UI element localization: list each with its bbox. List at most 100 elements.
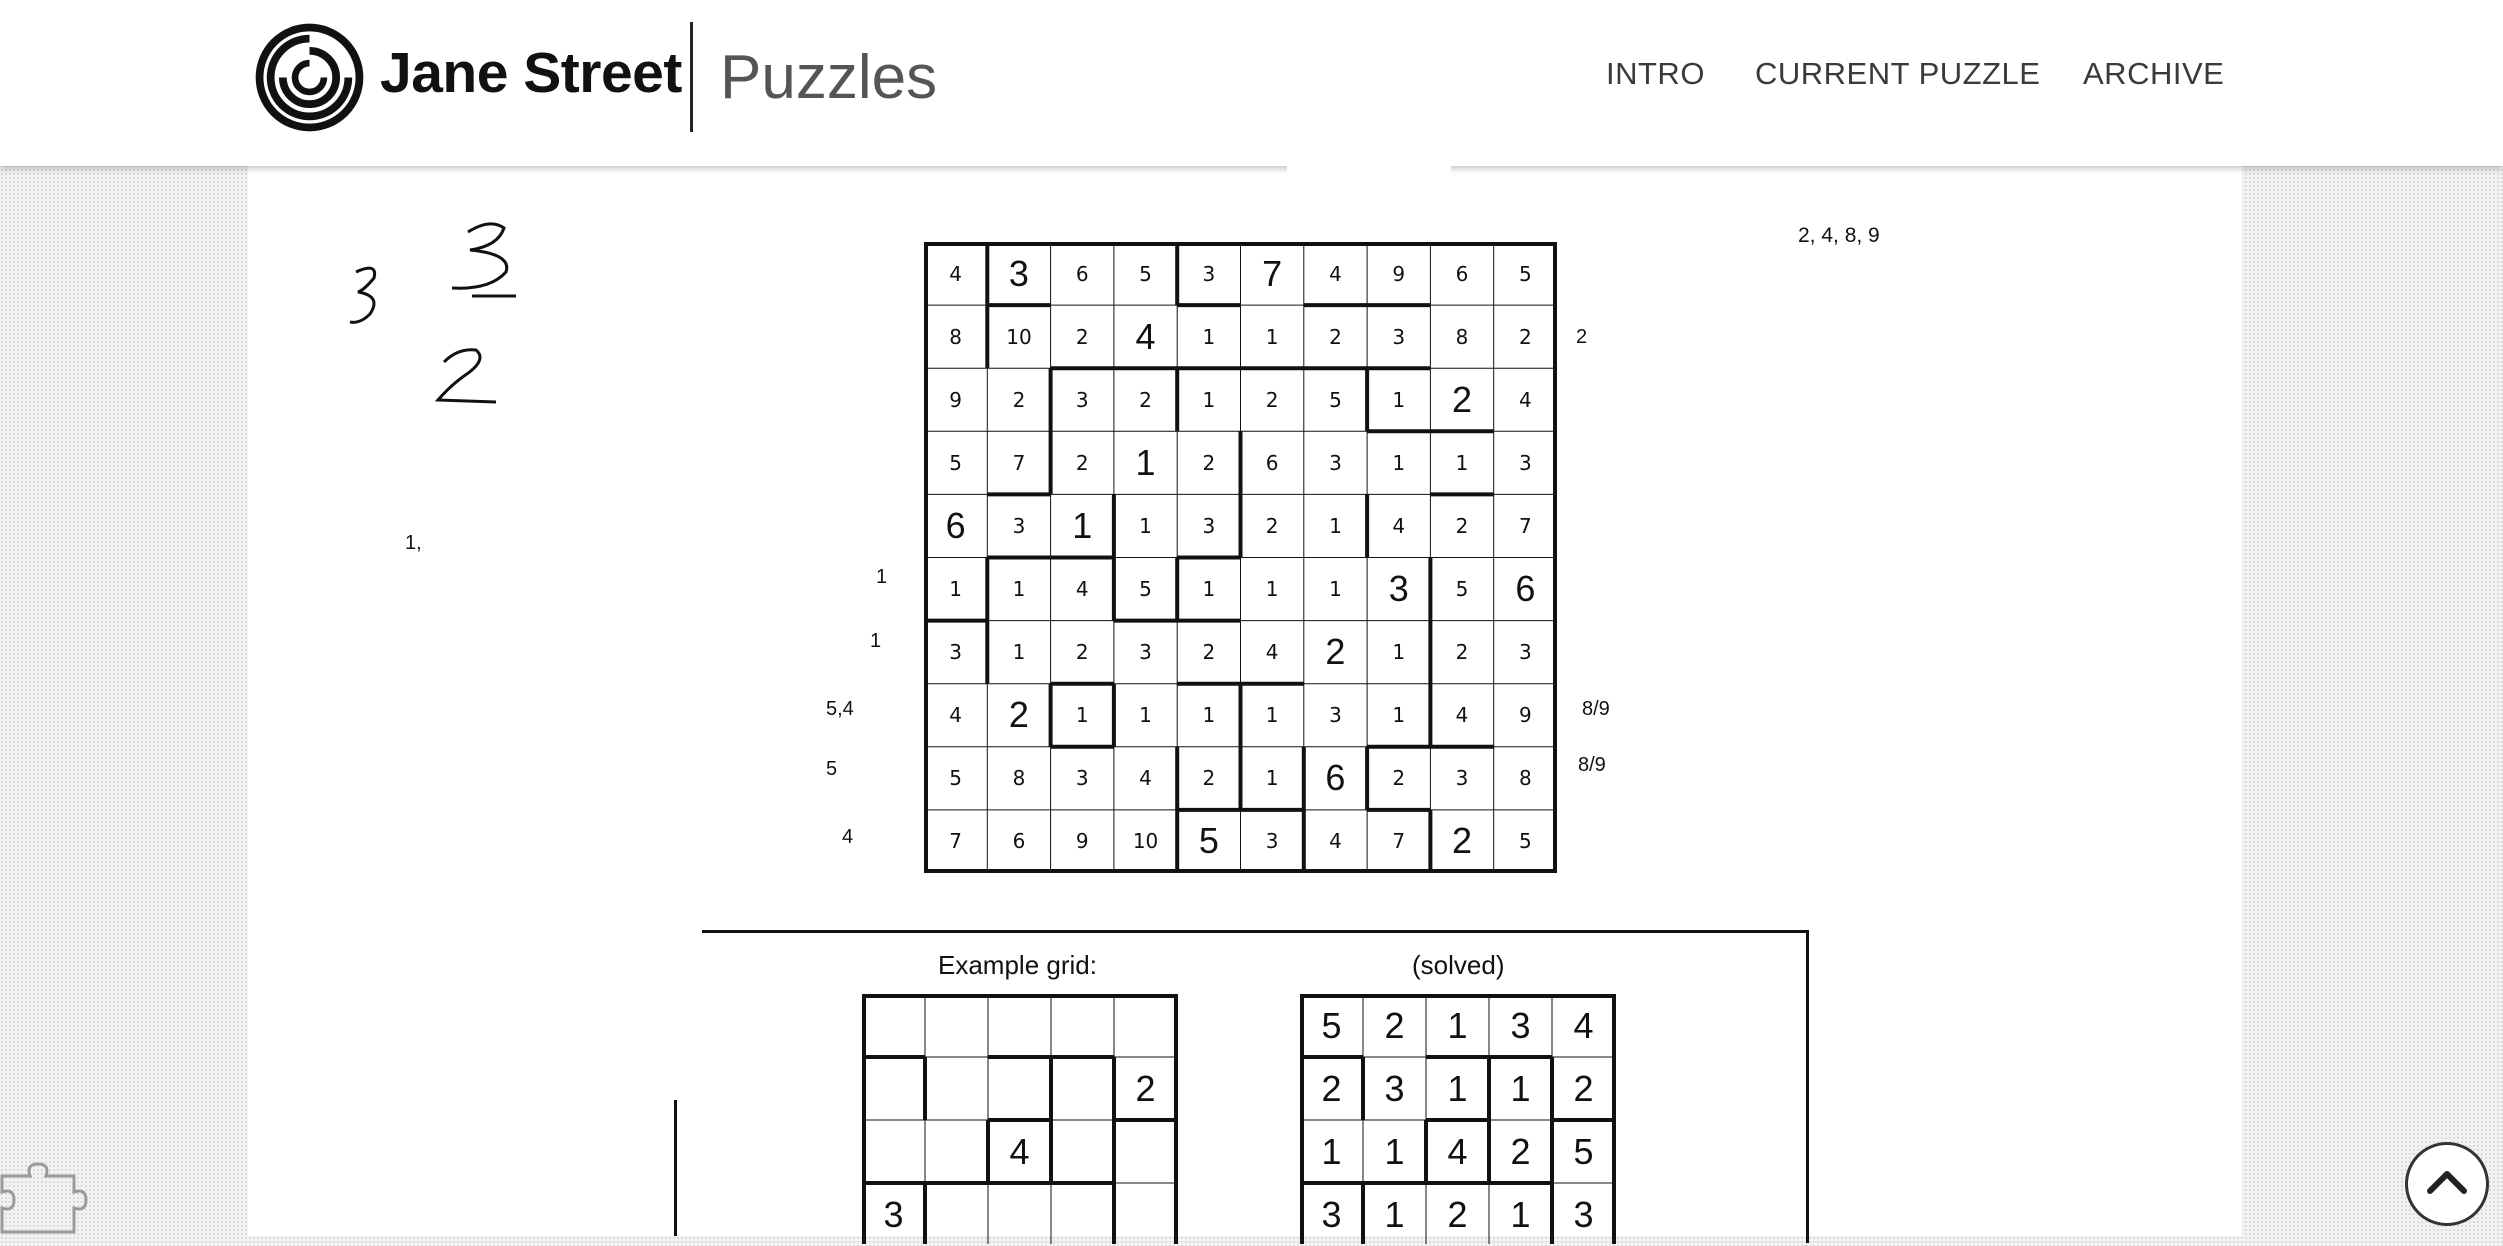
grid-clue[interactable]: 6 bbox=[1304, 747, 1367, 810]
example-cell[interactable] bbox=[1051, 994, 1114, 1057]
grid-note[interactable]: 4 bbox=[1051, 558, 1114, 621]
grid-note[interactable]: 8 bbox=[1494, 747, 1557, 810]
nav-archive[interactable]: ARCHIVE bbox=[2083, 56, 2224, 92]
grid-note[interactable]: 8 bbox=[987, 747, 1050, 810]
grid-note[interactable]: 1 bbox=[1241, 558, 1304, 621]
example-cell[interactable] bbox=[862, 994, 925, 1057]
jane-street-logo-icon[interactable] bbox=[254, 22, 365, 133]
solved-cell[interactable]: 1 bbox=[1363, 1183, 1426, 1246]
example-cell[interactable] bbox=[925, 1120, 988, 1183]
grid-note[interactable]: 1 bbox=[1177, 558, 1240, 621]
grid-note[interactable]: 3 bbox=[1304, 684, 1367, 747]
grid-note[interactable]: 1 bbox=[1241, 684, 1304, 747]
grid-clue[interactable]: 1 bbox=[1114, 431, 1177, 494]
grid-note[interactable]: 7 bbox=[987, 431, 1050, 494]
grid-note[interactable]: 5 bbox=[1494, 242, 1557, 305]
grid-note[interactable]: 6 bbox=[1241, 431, 1304, 494]
grid-note[interactable]: 1 bbox=[987, 621, 1050, 684]
example-cell[interactable] bbox=[988, 994, 1051, 1057]
brand-subtitle[interactable]: Puzzles bbox=[720, 42, 937, 114]
grid-note[interactable]: 4 bbox=[1304, 242, 1367, 305]
grid-note[interactable]: 9 bbox=[1367, 242, 1430, 305]
solved-cell[interactable]: 2 bbox=[1489, 1120, 1552, 1183]
grid-note[interactable]: 3 bbox=[1304, 431, 1367, 494]
example-cell[interactable] bbox=[1114, 1120, 1177, 1183]
solved-cell[interactable]: 2 bbox=[1300, 1057, 1363, 1120]
solved-cell[interactable]: 1 bbox=[1426, 994, 1489, 1057]
grid-note[interactable]: 4 bbox=[1114, 747, 1177, 810]
grid-note[interactable]: 2 bbox=[1177, 747, 1240, 810]
grid-note[interactable]: 1 bbox=[1114, 684, 1177, 747]
grid-note[interactable]: 2 bbox=[1177, 621, 1240, 684]
grid-note[interactable]: 1 bbox=[1367, 684, 1430, 747]
grid-note[interactable]: 2 bbox=[1114, 368, 1177, 431]
solved-cell[interactable]: 5 bbox=[1300, 994, 1363, 1057]
grid-note[interactable]: 1 bbox=[1430, 431, 1493, 494]
grid-clue[interactable]: 2 bbox=[1430, 810, 1493, 873]
grid-clue[interactable]: 2 bbox=[1304, 621, 1367, 684]
grid-note[interactable]: 8 bbox=[1430, 305, 1493, 368]
example-cell[interactable] bbox=[862, 1120, 925, 1183]
example-cell[interactable] bbox=[862, 1057, 925, 1120]
grid-note[interactable]: 2 bbox=[1051, 621, 1114, 684]
grid-note[interactable]: 5 bbox=[924, 431, 987, 494]
grid-note[interactable]: 5 bbox=[1114, 242, 1177, 305]
grid-note[interactable]: 6 bbox=[1430, 242, 1493, 305]
grid-note[interactable]: 5 bbox=[1304, 368, 1367, 431]
solved-cell[interactable]: 1 bbox=[1363, 1120, 1426, 1183]
grid-note[interactable]: 1 bbox=[1114, 494, 1177, 557]
solved-cell[interactable]: 2 bbox=[1426, 1183, 1489, 1246]
grid-note[interactable]: 1 bbox=[924, 558, 987, 621]
grid-note[interactable]: 6 bbox=[1051, 242, 1114, 305]
example-cell[interactable]: 4 bbox=[988, 1120, 1051, 1183]
grid-note[interactable]: 10 bbox=[987, 305, 1050, 368]
example-cell[interactable] bbox=[1051, 1057, 1114, 1120]
example-cell[interactable] bbox=[1114, 1183, 1177, 1246]
grid-note[interactable]: 1 bbox=[1177, 305, 1240, 368]
grid-note[interactable]: 1 bbox=[1367, 621, 1430, 684]
grid-note[interactable]: 7 bbox=[1494, 494, 1557, 557]
grid-note[interactable]: 4 bbox=[924, 684, 987, 747]
grid-note[interactable]: 1 bbox=[1304, 494, 1367, 557]
grid-note[interactable]: 3 bbox=[1241, 810, 1304, 873]
grid-note[interactable]: 1 bbox=[1051, 684, 1114, 747]
grid-note[interactable]: 1 bbox=[1177, 684, 1240, 747]
solved-cell[interactable]: 3 bbox=[1489, 994, 1552, 1057]
grid-note[interactable]: 2 bbox=[1177, 431, 1240, 494]
solved-cell[interactable]: 3 bbox=[1300, 1183, 1363, 1246]
solved-cell[interactable]: 1 bbox=[1426, 1057, 1489, 1120]
grid-note[interactable]: 3 bbox=[1177, 242, 1240, 305]
grid-note[interactable]: 2 bbox=[1430, 494, 1493, 557]
grid-note[interactable]: 4 bbox=[1494, 368, 1557, 431]
solved-cell[interactable]: 4 bbox=[1426, 1120, 1489, 1183]
grid-note[interactable]: 3 bbox=[1177, 494, 1240, 557]
grid-note[interactable]: 2 bbox=[1241, 368, 1304, 431]
grid-note[interactable]: 4 bbox=[1430, 684, 1493, 747]
grid-clue[interactable]: 2 bbox=[987, 684, 1050, 747]
grid-note[interactable]: 3 bbox=[1051, 368, 1114, 431]
grid-note[interactable]: 2 bbox=[1304, 305, 1367, 368]
example-cell[interactable] bbox=[1051, 1183, 1114, 1246]
grid-clue[interactable]: 7 bbox=[1241, 242, 1304, 305]
grid-note[interactable]: 3 bbox=[987, 494, 1050, 557]
solved-cell[interactable]: 2 bbox=[1552, 1057, 1615, 1120]
solved-cell[interactable]: 4 bbox=[1552, 994, 1615, 1057]
grid-note[interactable]: 1 bbox=[1367, 431, 1430, 494]
puzzle-piece-icon[interactable] bbox=[0, 1162, 94, 1234]
example-cell[interactable]: 2 bbox=[1114, 1057, 1177, 1120]
grid-note[interactable]: 1 bbox=[1241, 747, 1304, 810]
example-cell[interactable] bbox=[1051, 1120, 1114, 1183]
grid-note[interactable]: 2 bbox=[987, 368, 1050, 431]
grid-note[interactable]: 9 bbox=[924, 368, 987, 431]
grid-note[interactable]: 7 bbox=[924, 810, 987, 873]
grid-note[interactable]: 9 bbox=[1051, 810, 1114, 873]
grid-clue[interactable]: 3 bbox=[987, 242, 1050, 305]
grid-note[interactable]: 8 bbox=[924, 305, 987, 368]
example-cell[interactable]: 3 bbox=[862, 1183, 925, 1246]
solved-cell[interactable]: 1 bbox=[1300, 1120, 1363, 1183]
solved-cell[interactable]: 5 bbox=[1552, 1120, 1615, 1183]
grid-note[interactable]: 3 bbox=[1367, 305, 1430, 368]
grid-note[interactable]: 3 bbox=[1430, 747, 1493, 810]
grid-note[interactable]: 1 bbox=[1304, 558, 1367, 621]
solved-cell[interactable]: 1 bbox=[1489, 1183, 1552, 1246]
